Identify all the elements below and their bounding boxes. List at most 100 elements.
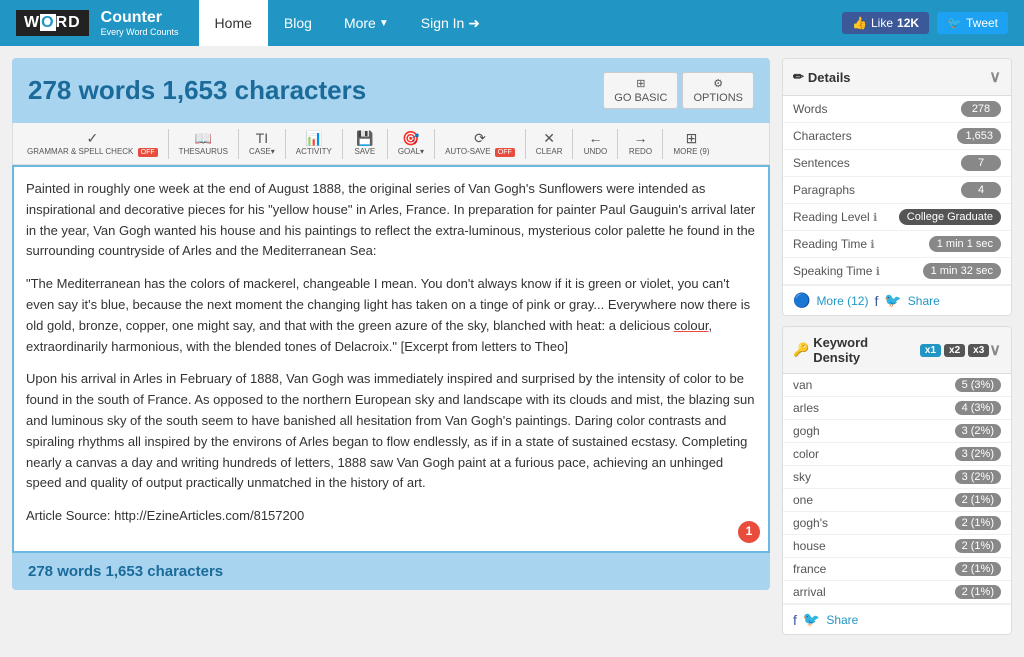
save-button[interactable]: 💾 SAVE (347, 127, 383, 160)
info-icon: ℹ (876, 266, 880, 278)
counter-text: Counter (101, 8, 179, 27)
target-icon: 🎯 (402, 131, 419, 145)
facebook-kw-icon[interactable]: f (793, 612, 797, 628)
toggle-icon: 🔵 (793, 292, 810, 309)
divider (342, 129, 343, 159)
kw-x3-button[interactable]: x3 (968, 344, 989, 357)
details-more-share: 🔵 More (12) f 🐦 Share (783, 285, 1011, 315)
activity-button[interactable]: 📊 ACTIVITY (290, 127, 338, 160)
left-panel: 278 words 1,653 characters ⊞ GO BASIC ⚙ … (12, 58, 770, 645)
paragraph-1: Painted in roughly one week at the end o… (26, 179, 756, 262)
detail-row-characters: Characters 1,653 (783, 123, 1011, 150)
nav-blog[interactable]: Blog (268, 0, 328, 46)
undo-button[interactable]: ← UNDO (577, 127, 613, 160)
twitter-share-icon[interactable]: 🐦 (884, 292, 901, 309)
layout-icon: ⊞ (636, 77, 645, 90)
collapse-details-button[interactable]: ∨ (989, 67, 1001, 87)
divider (285, 129, 286, 159)
bar-chart-icon: 📊 (305, 131, 322, 145)
divider (617, 129, 618, 159)
kw-row-arles: arles 4 (3%) (783, 397, 1011, 420)
keyword-density-panel: 🔑 Keyword Density x1 x2 x3 ∨ van 5 (3%) … (782, 326, 1012, 635)
kw-row-house: house 2 (1%) (783, 535, 1011, 558)
checkmark-icon: ✓ (86, 131, 98, 145)
logo-text: WORD (24, 14, 81, 31)
book-icon: 📖 (195, 131, 212, 145)
facebook-like-button[interactable]: 👍 Like 12K (842, 12, 929, 34)
paragraph-2: "The Mediterranean has the colors of mac… (26, 274, 756, 357)
more-details-link[interactable]: More (12) (816, 294, 868, 308)
autosave-button[interactable]: ⟳ AUTO-SAVE OFF (439, 127, 521, 160)
twitter-icon: 🐦 (947, 16, 962, 30)
stats-buttons: ⊞ GO BASIC ⚙ OPTIONS (603, 72, 754, 109)
tagline: Every Word Counts (101, 27, 179, 38)
goal-button[interactable]: 🎯 GOAL▾ (392, 127, 430, 160)
collapse-keywords-button[interactable]: ∨ (989, 340, 1001, 360)
misspelled-word: colour (674, 318, 709, 333)
kw-x1-button[interactable]: x1 (920, 344, 941, 357)
kw-row-france: france 2 (1%) (783, 558, 1011, 581)
divider (238, 129, 239, 159)
detail-row-paragraphs: Paragraphs 4 (783, 177, 1011, 204)
detail-row-reading-level: Reading Level ℹ College Graduate (783, 204, 1011, 231)
divider (662, 129, 663, 159)
grammar-off-badge: OFF (138, 148, 158, 157)
kw-share: f 🐦 Share (783, 604, 1011, 634)
detail-row-reading-time: Reading Time ℹ 1 min 1 sec (783, 231, 1011, 258)
options-button[interactable]: ⚙ OPTIONS (682, 72, 754, 109)
info-icon: ℹ (873, 212, 877, 224)
detail-row-words: Words 278 (783, 96, 1011, 123)
divider (525, 129, 526, 159)
key-icon: 🔑 (793, 342, 809, 358)
word-char-count: 278 words 1,653 characters (28, 75, 366, 106)
kw-row-goghs: gogh's 2 (1%) (783, 512, 1011, 535)
redo-button[interactable]: → REDO (622, 127, 658, 160)
header: WORD Counter Every Word Counts Home Blog… (0, 0, 1024, 46)
keyword-header: 🔑 Keyword Density x1 x2 x3 ∨ (783, 327, 1011, 374)
nav-signin[interactable]: Sign In ➜ (405, 0, 496, 46)
header-actions: 👍 Like 12K 🐦 Tweet (842, 12, 1008, 34)
reading-level-badge: College Graduate (899, 209, 1001, 225)
thesaurus-button[interactable]: 📖 THESAURUS (173, 127, 234, 160)
go-basic-button[interactable]: ⊞ GO BASIC (603, 72, 678, 109)
autosave-icon: ⟳ (474, 131, 486, 145)
tweet-button[interactable]: 🐦 Tweet (937, 12, 1008, 34)
divider (434, 129, 435, 159)
toolbar: ✓ GRAMMAR & SPELL CHECK OFF 📖 THESAURUS … (12, 123, 770, 165)
divider (572, 129, 573, 159)
kw-share-link[interactable]: Share (826, 613, 858, 627)
detail-row-speaking-time: Speaking Time ℹ 1 min 32 sec (783, 258, 1011, 285)
logo[interactable]: WORD (16, 10, 89, 36)
grammar-spell-check-button[interactable]: ✓ GRAMMAR & SPELL CHECK OFF (21, 127, 164, 160)
error-badge: 1 (738, 521, 760, 543)
kw-x2-button[interactable]: x2 (944, 344, 965, 357)
paragraph-3: Upon his arrival in Arles in February of… (26, 369, 756, 494)
case-icon: TI (256, 131, 268, 145)
text-content: Painted in roughly one week at the end o… (26, 179, 756, 527)
share-link[interactable]: Share (908, 294, 940, 308)
save-icon: 💾 (356, 131, 373, 145)
details-panel: ✏ Details ∨ Words 278 Characters 1,653 S… (782, 58, 1012, 316)
divider (387, 129, 388, 159)
chevron-down-icon: ▼ (379, 18, 389, 29)
detail-row-sentences: Sentences 7 (783, 150, 1011, 177)
nav-home[interactable]: Home (199, 0, 268, 46)
facebook-share-icon[interactable]: f (874, 293, 878, 309)
main-container: 278 words 1,653 characters ⊞ GO BASIC ⚙ … (0, 46, 1024, 657)
kw-row-sky: sky 3 (2%) (783, 466, 1011, 489)
twitter-kw-icon[interactable]: 🐦 (803, 611, 820, 628)
sliders-icon: ⚙ (713, 77, 723, 90)
nav-more[interactable]: More ▼ (328, 0, 405, 46)
case-button[interactable]: TI CASE▾ (243, 127, 281, 160)
autosave-off-badge: OFF (495, 148, 515, 157)
kw-row-one: one 2 (1%) (783, 489, 1011, 512)
kw-row-gogh: gogh 3 (2%) (783, 420, 1011, 443)
text-editor[interactable]: Painted in roughly one week at the end o… (12, 165, 770, 553)
clear-button[interactable]: ✕ CLEAR (530, 127, 569, 160)
grid-icon: ⊞ (686, 131, 698, 145)
right-panel: ✏ Details ∨ Words 278 Characters 1,653 S… (782, 58, 1012, 645)
redo-icon: → (633, 131, 647, 145)
info-icon: ℹ (870, 239, 874, 251)
kw-row-van: van 5 (3%) (783, 374, 1011, 397)
more-button[interactable]: ⊞ MORE (9) (667, 127, 715, 160)
